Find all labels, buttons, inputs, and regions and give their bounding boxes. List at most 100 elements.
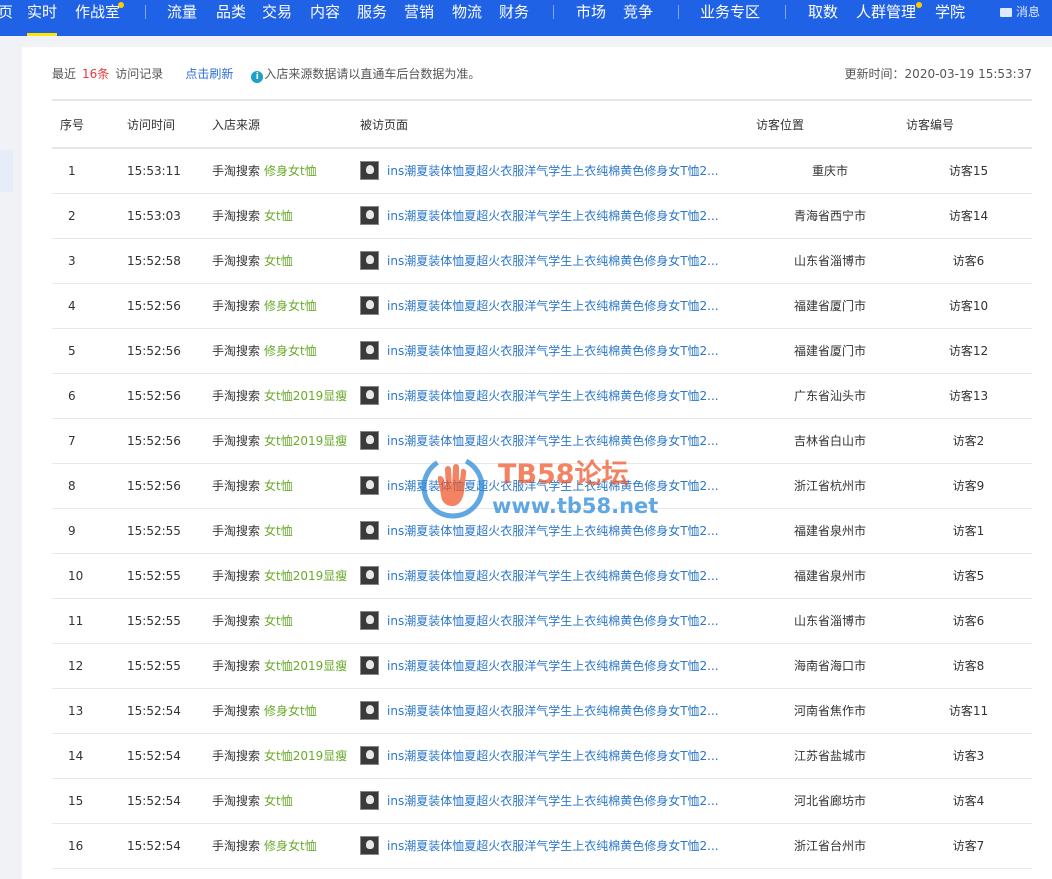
- visitor-location: 重庆市: [755, 148, 905, 194]
- product-thumbnail[interactable]: [360, 431, 379, 450]
- row-index: 7: [52, 418, 127, 464]
- product-page-link[interactable]: ins潮夏装体恤夏超火衣服洋气学生上衣纯棉黄色修身女T恤2...: [387, 344, 719, 358]
- entry-source: 手淘搜索 女t恤2019显瘦: [211, 418, 359, 464]
- product-page-link[interactable]: ins潮夏装体恤夏超火衣服洋气学生上衣纯棉黄色修身女T恤2...: [387, 794, 719, 808]
- data-source-tip: i 入店来源数据请以直通车后台数据为准。: [251, 67, 480, 83]
- nav-item-academy[interactable]: 学院: [935, 0, 965, 36]
- nav-item-content[interactable]: 内容: [310, 0, 340, 36]
- nav-item-business-zone[interactable]: 业务专区: [700, 0, 760, 36]
- product-thumbnail[interactable]: [360, 566, 379, 585]
- entry-source: 手淘搜索 修身女t恤: [211, 283, 359, 329]
- product-page-link[interactable]: ins潮夏装体恤夏超火衣服洋气学生上衣纯棉黄色修身女T恤2...: [387, 164, 719, 178]
- product-thumbnail[interactable]: [360, 746, 379, 765]
- column-header-location: 访客位置: [755, 99, 905, 149]
- product-thumbnail[interactable]: [360, 341, 379, 360]
- messages-label: 消息: [1016, 5, 1041, 19]
- product-thumbnail[interactable]: [360, 836, 379, 855]
- product-thumbnail[interactable]: [360, 791, 379, 810]
- update-time: 更新时间：2020-03-19 15:53:37: [844, 67, 1032, 81]
- row-index: 12: [52, 643, 127, 689]
- nav-item-traffic[interactable]: 流量: [167, 0, 197, 36]
- product-thumbnail[interactable]: [360, 476, 379, 495]
- search-keyword: 修身女t恤: [264, 164, 317, 179]
- visited-page: ins潮夏装体恤夏超火衣服洋气学生上衣纯棉黄色修身女T恤2...: [359, 463, 755, 509]
- product-thumbnail[interactable]: [360, 386, 379, 405]
- product-thumbnail[interactable]: [360, 656, 379, 675]
- product-thumbnail[interactable]: [360, 611, 379, 630]
- visit-time: 15:52:55: [127, 598, 211, 644]
- product-page-link[interactable]: ins潮夏装体恤夏超火衣服洋气学生上衣纯棉黄色修身女T恤2...: [387, 704, 719, 718]
- nav-item-market[interactable]: 市场: [576, 0, 606, 36]
- visited-page: ins潮夏装体恤夏超火衣服洋气学生上衣纯棉黄色修身女T恤2...: [359, 598, 755, 644]
- visit-time: 15:52:56: [127, 283, 211, 329]
- entry-source: 手淘搜索 女t恤: [211, 238, 359, 284]
- visited-page: ins潮夏装体恤夏超火衣服洋气学生上衣纯棉黄色修身女T恤2...: [359, 418, 755, 464]
- visitor-location: 海南省海口市: [755, 643, 905, 689]
- row-index: 1: [52, 148, 127, 194]
- visitor-id: 访客5: [905, 553, 1032, 599]
- entry-source: 手淘搜索 修身女t恤: [211, 148, 359, 194]
- nav-item-competition[interactable]: 竞争: [623, 0, 653, 36]
- nav-separator: [553, 5, 554, 19]
- product-page-link[interactable]: ins潮夏装体恤夏超火衣服洋气学生上衣纯棉黄色修身女T恤2...: [387, 299, 719, 313]
- nav-item-war-room[interactable]: 作战室: [75, 0, 120, 36]
- visit-time: 15:53:11: [127, 148, 211, 194]
- product-thumbnail[interactable]: [360, 161, 379, 181]
- visited-page: ins潮夏装体恤夏超火衣服洋气学生上衣纯棉黄色修身女T恤2...: [359, 283, 755, 329]
- product-thumbnail[interactable]: [360, 296, 379, 315]
- visitor-id: 访客4: [905, 778, 1032, 824]
- visitor-location: 广东省汕头市: [755, 373, 905, 419]
- visitor-location: 福建省厦门市: [755, 283, 905, 329]
- row-index: 3: [52, 238, 127, 284]
- visit-time: 15:52:54: [127, 733, 211, 779]
- table-row: 15 15:52:54 手淘搜索 女t恤 ins潮夏装体恤夏超火衣服洋气学生上衣纯棉黄色…: [52, 778, 1032, 824]
- nav-item-finance[interactable]: 财务: [499, 0, 529, 36]
- sidebar-active-item[interactable]: [0, 150, 13, 192]
- source-channel: 手淘搜索: [212, 524, 261, 538]
- visitor-location: 浙江省杭州市: [755, 463, 905, 509]
- table-row: 7 15:52:56 手淘搜索 女t恤2019显瘦 ins潮夏装体恤夏超火衣服洋气学生上…: [52, 418, 1032, 464]
- nav-item-service[interactable]: 服务: [357, 0, 387, 36]
- nav-item-home[interactable]: 页: [0, 0, 13, 36]
- product-thumbnail[interactable]: [360, 701, 379, 720]
- messages-button[interactable]: 消息: [1000, 4, 1040, 20]
- table-row: 1 15:53:11 手淘搜索 修身女t恤 ins潮夏装体恤夏超火衣服洋气学生上衣纯棉黄…: [52, 148, 1032, 194]
- nav-item-crowd-management[interactable]: 人群管理: [856, 0, 916, 36]
- search-keyword: 女t恤2019显瘦: [264, 389, 348, 403]
- product-page-link[interactable]: ins潮夏装体恤夏超火衣服洋气学生上衣纯棉黄色修身女T恤2...: [387, 659, 719, 673]
- product-page-link[interactable]: ins潮夏装体恤夏超火衣服洋气学生上衣纯棉黄色修身女T恤2...: [387, 209, 719, 223]
- product-page-link[interactable]: ins潮夏装体恤夏超火衣服洋气学生上衣纯棉黄色修身女T恤2...: [387, 569, 719, 583]
- nav-item-marketing[interactable]: 营销: [404, 0, 434, 36]
- nav-item-category[interactable]: 品类: [216, 0, 246, 36]
- info-icon: i: [251, 71, 264, 83]
- nav-item-fetch-data[interactable]: 取数: [808, 0, 838, 36]
- product-thumbnail[interactable]: [360, 206, 379, 225]
- nav-item-trade[interactable]: 交易: [262, 0, 292, 36]
- entry-source: 手淘搜索 女t恤2019显瘦: [211, 643, 359, 689]
- product-page-link[interactable]: ins潮夏装体恤夏超火衣服洋气学生上衣纯棉黄色修身女T恤2...: [387, 389, 719, 403]
- visitor-id: 访客7: [905, 823, 1032, 869]
- entry-source: 手淘搜索 女t恤: [211, 193, 359, 239]
- product-page-link[interactable]: ins潮夏装体恤夏超火衣服洋气学生上衣纯棉黄色修身女T恤2...: [387, 254, 719, 268]
- product-page-link[interactable]: ins潮夏装体恤夏超火衣服洋气学生上衣纯棉黄色修身女T恤2...: [387, 434, 719, 448]
- product-page-link[interactable]: ins潮夏装体恤夏超火衣服洋气学生上衣纯棉黄色修身女T恤2...: [387, 614, 719, 628]
- table-row: 8 15:52:56 手淘搜索 女t恤 ins潮夏装体恤夏超火衣服洋气学生上衣纯棉黄色修…: [52, 463, 1032, 509]
- product-page-link[interactable]: ins潮夏装体恤夏超火衣服洋气学生上衣纯棉黄色修身女T恤2...: [387, 479, 719, 493]
- product-thumbnail[interactable]: [360, 251, 379, 270]
- product-thumbnail[interactable]: [360, 521, 379, 540]
- row-index: 4: [52, 283, 127, 329]
- visited-page: ins潮夏装体恤夏超火衣服洋气学生上衣纯棉黄色修身女T恤2...: [359, 238, 755, 284]
- search-keyword: 女t恤2019显瘦: [264, 659, 348, 673]
- visit-time: 15:53:03: [127, 193, 211, 239]
- nav-item-realtime[interactable]: 实时: [27, 0, 58, 36]
- nav-item-logistics[interactable]: 物流: [452, 0, 482, 36]
- table-row: 3 15:52:58 手淘搜索 女t恤 ins潮夏装体恤夏超火衣服洋气学生上衣纯棉黄色修…: [52, 238, 1032, 284]
- visitor-location: 山东省淄博市: [755, 238, 905, 284]
- product-page-link[interactable]: ins潮夏装体恤夏超火衣服洋气学生上衣纯棉黄色修身女T恤2...: [387, 749, 719, 763]
- row-index: 14: [52, 733, 127, 779]
- table-row: 10 15:52:55 手淘搜索 女t恤2019显瘦 ins潮夏装体恤夏超火衣服洋气学生…: [52, 553, 1032, 599]
- product-page-link[interactable]: ins潮夏装体恤夏超火衣服洋气学生上衣纯棉黄色修身女T恤2...: [387, 524, 719, 538]
- product-page-link[interactable]: ins潮夏装体恤夏超火衣服洋气学生上衣纯棉黄色修身女T恤2...: [387, 839, 719, 853]
- entry-source: 手淘搜索 女t恤2019显瘦: [211, 733, 359, 779]
- refresh-link[interactable]: 点击刷新: [185, 67, 233, 81]
